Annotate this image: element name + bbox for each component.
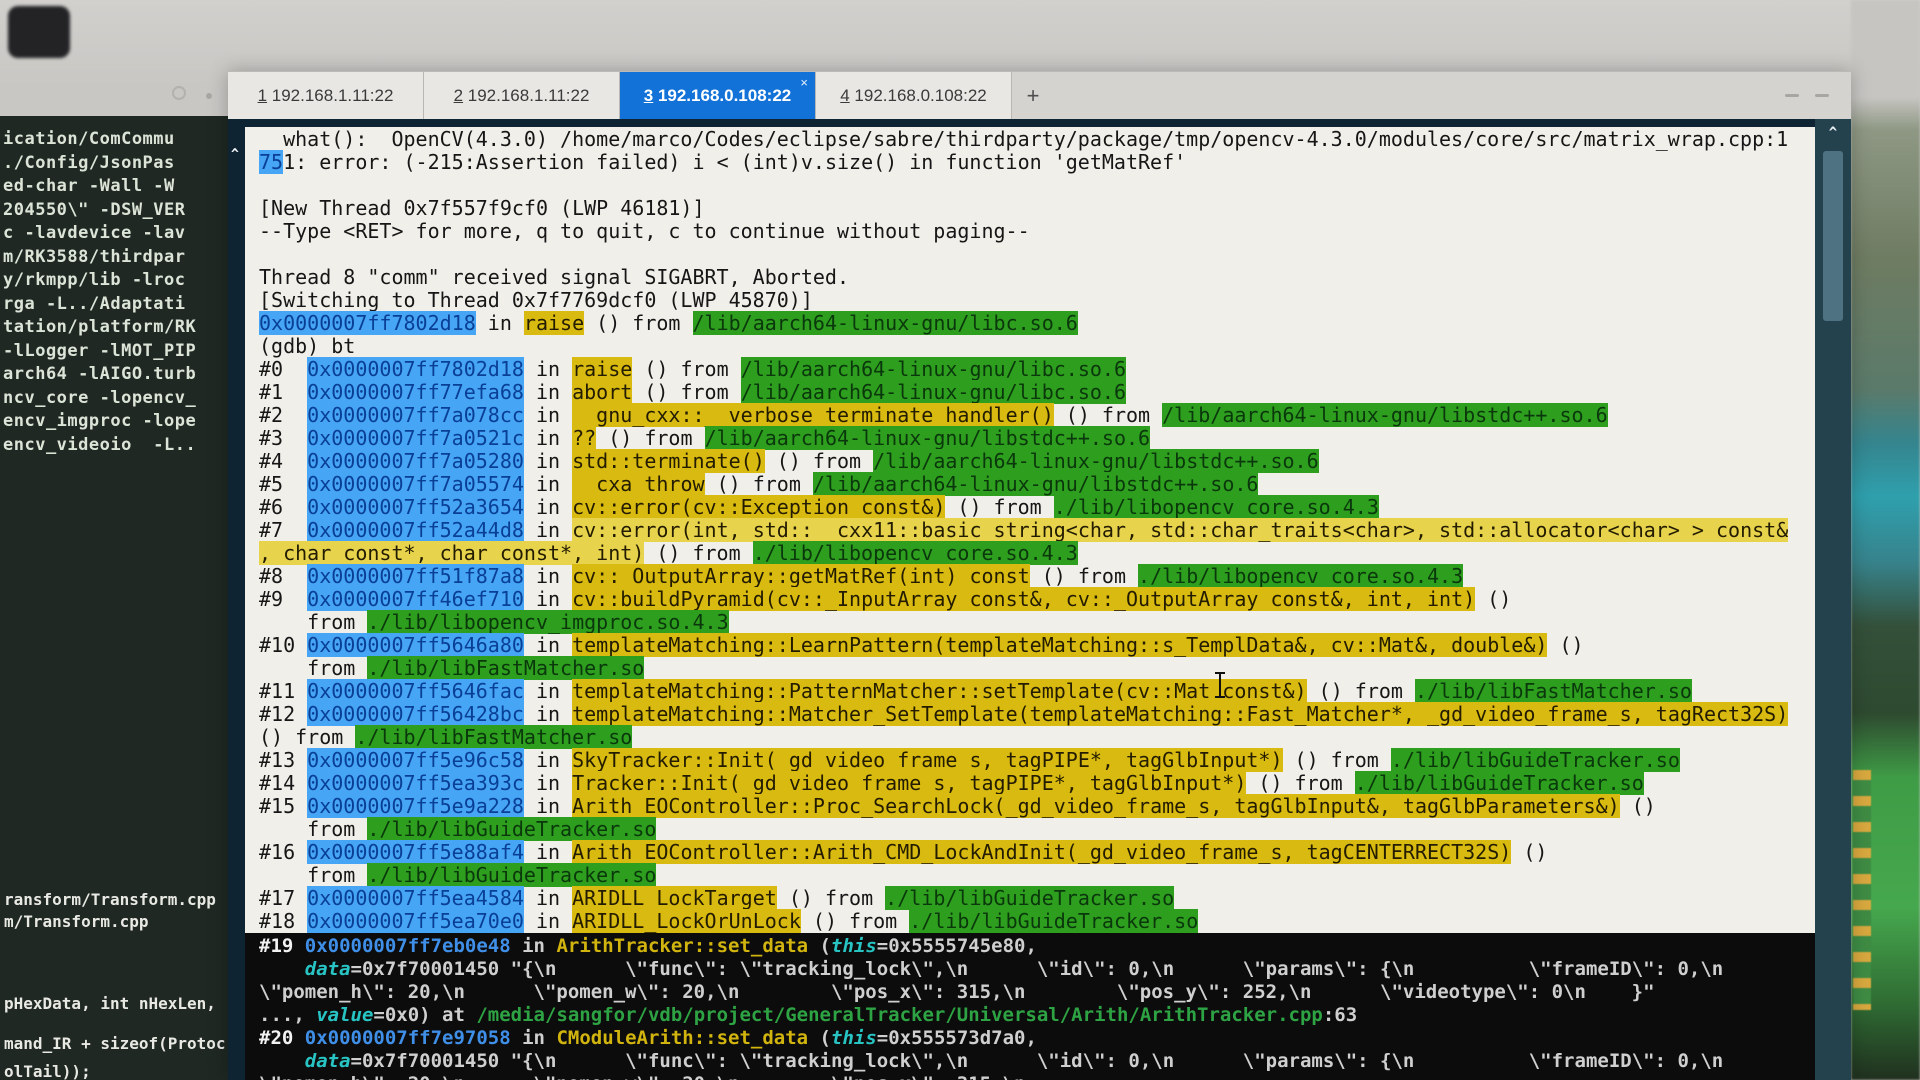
terminal-line: #13 0x0000007ff5e96c58 in SkyTracker::In…	[245, 749, 1815, 772]
terminal-line: #9 0x0000007ff46ef710 in cv::buildPyrami…	[245, 588, 1815, 611]
terminal-line: () from ./lib/libFastMatcher.so	[245, 726, 1815, 749]
background-terminal-window: ication/ComCommu./Config/JsonPased-char …	[0, 116, 228, 1080]
new-tab-button[interactable]: +	[1012, 72, 1054, 119]
terminal-line: [New Thread 0x7f557f9cf0 (LWP 46181)]	[245, 197, 1815, 220]
terminal-frame: ^ what(): OpenCV(4.3.0) /home/marco/Code…	[228, 119, 1851, 1080]
left-border-gutter: ^	[228, 119, 245, 1080]
tab-label: 2 192.168.1.11:22	[454, 86, 590, 106]
tab-label: 1 192.168.1.11:22	[258, 86, 394, 106]
terminal-line: #2 0x0000007ff7a078cc in __gnu_cxx::__ve…	[245, 404, 1815, 427]
tab-3-ssh-session-active[interactable]: 3 192.168.0.108:22 ×	[620, 72, 816, 119]
gdb-backtrace-output: what(): OpenCV(4.3.0) /home/marco/Codes/…	[245, 127, 1815, 933]
terminal-line: from ./lib/libopencv_imgproc.so.4.3	[245, 611, 1815, 634]
window-control-icon[interactable]	[1815, 94, 1829, 97]
terminal-line: \"pomen_h\": 20,\n \"pomen_w\": 20,\n \"…	[245, 1073, 1815, 1080]
terminal-line: #17 0x0000007ff5ea4584 in ARIDLL_LockTar…	[245, 887, 1815, 910]
dot-artifact-icon	[206, 93, 212, 99]
terminal-line: from ./lib/libFastMatcher.so	[245, 657, 1815, 680]
terminal-line: #11 0x0000007ff5646fac in templateMatchi…	[245, 680, 1815, 703]
background-terminal-line: encv_videoio -L..	[3, 434, 228, 458]
tab-1-ssh-session[interactable]: 1 192.168.1.11:22	[228, 72, 424, 119]
terminal-line: , char const*, char const*, int) () from…	[245, 542, 1815, 565]
gdb-source-frames-output: #19 0x0000007ff7eb0e48 in ArithTracker::…	[245, 933, 1815, 1080]
terminal-line: #20 0x0000007ff7e97058 in CModuleArith::…	[245, 1027, 1815, 1050]
terminal-line: #16 0x0000007ff5e88af4 in Arith_EOContro…	[245, 841, 1815, 864]
terminal-line: ..., value=0x0) at /media/sangfor/vdb/pr…	[245, 1004, 1815, 1027]
scrollbar-thumb[interactable]	[1823, 151, 1843, 321]
tab-2-ssh-session[interactable]: 2 192.168.1.11:22	[424, 72, 620, 119]
terminal-line: #7 0x0000007ff52a44d8 in cv::error(int, …	[245, 519, 1815, 542]
tab-label: 4 192.168.0.108:22	[840, 86, 987, 106]
terminal-line: Thread 8 "comm" received signal SIGABRT,…	[245, 266, 1815, 289]
tab-bar: 1 192.168.1.11:22 2 192.168.1.11:22 3 19…	[228, 71, 1851, 119]
background-terminal-line: m/Transform.cpp	[4, 912, 149, 931]
scroll-up-arrow-icon[interactable]: ^	[1815, 125, 1851, 141]
terminal-line: \"pomen_h\": 20,\n \"pomen_w\": 20,\n \"…	[245, 981, 1815, 1004]
background-terminal-line: arch64 -lAIGO.turb	[3, 363, 228, 387]
background-terminal-line: ed-char -Wall -W	[3, 175, 228, 199]
background-terminal-output: ication/ComCommu./Config/JsonPased-char …	[0, 116, 228, 457]
background-terminal-line: ication/ComCommu	[3, 128, 228, 152]
terminal-line: #10 0x0000007ff5646a80 in templateMatchi…	[245, 634, 1815, 657]
terminal-line: #18 0x0000007ff5ea70e0 in ARIDLL_LockOrU…	[245, 910, 1815, 933]
window-controls	[1785, 72, 1851, 119]
terminal-line: #4 0x0000007ff7a05280 in std::terminate(…	[245, 450, 1815, 473]
background-terminal-line: encv_imgproc -lope	[3, 410, 228, 434]
tab-4-ssh-session[interactable]: 4 192.168.0.108:22	[816, 72, 1012, 119]
terminal-line: --Type <RET> for more, q to quit, c to c…	[245, 220, 1815, 243]
background-terminal-line: ransform/Transform.cpp	[4, 890, 216, 909]
photo-background: ication/ComCommu./Config/JsonPased-char …	[0, 0, 1920, 1080]
window-control-icon[interactable]	[1785, 94, 1799, 97]
background-terminal-line: ./Config/JsonPas	[3, 152, 228, 176]
scrollbar[interactable]: ^	[1815, 119, 1851, 1080]
terminal-line: #0 0x0000007ff7802d18 in raise () from /…	[245, 358, 1815, 381]
circle-artifact-icon	[172, 86, 186, 100]
background-terminal-line: 204550\" -DSW_VER	[3, 199, 228, 223]
background-terminal-line: mand_IR + sizeof(Protoc	[4, 1034, 226, 1053]
background-terminal-line: olTail));	[4, 1062, 91, 1080]
terminal-content: what(): OpenCV(4.3.0) /home/marco/Codes/…	[245, 119, 1815, 1080]
terminal-line: what(): OpenCV(4.3.0) /home/marco/Codes/…	[245, 128, 1815, 151]
terminal-line: 751: error: (-215:Assertion failed) i < …	[245, 151, 1815, 174]
terminal-line: #12 0x0000007ff56428bc in templateMatchi…	[245, 703, 1815, 726]
background-terminal-line: tation/platform/RK	[3, 316, 228, 340]
terminal-line: #1 0x0000007ff77efa68 in abort () from /…	[245, 381, 1815, 404]
background-terminal-line: rga -L../Adaptati	[3, 293, 228, 317]
background-terminal-line: -lLogger -lMOT_PIP	[3, 340, 228, 364]
background-terminal-line: y/rkmpp/lib -lroc	[3, 269, 228, 293]
background-terminal-line: ncv_core -lopencv_	[3, 387, 228, 411]
circuit-board-pins	[1853, 770, 1871, 1010]
tab-label: 3 192.168.0.108:22	[644, 86, 791, 106]
terminal-line: [Switching to Thread 0x7f7769dcf0 (LWP 4…	[245, 289, 1815, 312]
terminal-line: from ./lib/libGuideTracker.so	[245, 818, 1815, 841]
terminal-line: #6 0x0000007ff52a3654 in cv::error(cv::E…	[245, 496, 1815, 519]
terminal-line	[245, 174, 1815, 197]
dark-corner-object	[8, 6, 70, 58]
terminal-line: #19 0x0000007ff7eb0e48 in ArithTracker::…	[245, 935, 1815, 958]
terminal-line	[245, 243, 1815, 266]
terminal-line: 0x0000007ff7802d18 in raise () from /lib…	[245, 312, 1815, 335]
terminal-line: #3 0x0000007ff7a0521c in ?? () from /lib…	[245, 427, 1815, 450]
background-terminal-line: pHexData, int nHexLen,	[4, 994, 216, 1013]
scroll-up-indicator-icon: ^	[231, 147, 239, 162]
background-terminal-line: m/RK3588/thirdpar	[3, 246, 228, 270]
background-terminal-line: c -lavdevice -lav	[3, 222, 228, 246]
terminal-line: from ./lib/libGuideTracker.so	[245, 864, 1815, 887]
terminal-line: #5 0x0000007ff7a05574 in __cxa_throw () …	[245, 473, 1815, 496]
terminal-line: #14 0x0000007ff5ea393c in Tracker::Init(…	[245, 772, 1815, 795]
terminal-line: #8 0x0000007ff51f87a8 in cv::_OutputArra…	[245, 565, 1815, 588]
terminal-line: (gdb) bt	[245, 335, 1815, 358]
terminal-window: 1 192.168.1.11:22 2 192.168.1.11:22 3 19…	[228, 71, 1851, 1080]
terminal-line: data=0x7f70001450 "{\n \"func\": \"track…	[245, 958, 1815, 981]
text-cursor	[1219, 672, 1221, 698]
tab-close-icon[interactable]: ×	[800, 76, 808, 89]
terminal-line: #15 0x0000007ff5e9a228 in Arith_EOContro…	[245, 795, 1815, 818]
terminal-line: data=0x7f70001450 "{\n \"func\": \"track…	[245, 1050, 1815, 1073]
